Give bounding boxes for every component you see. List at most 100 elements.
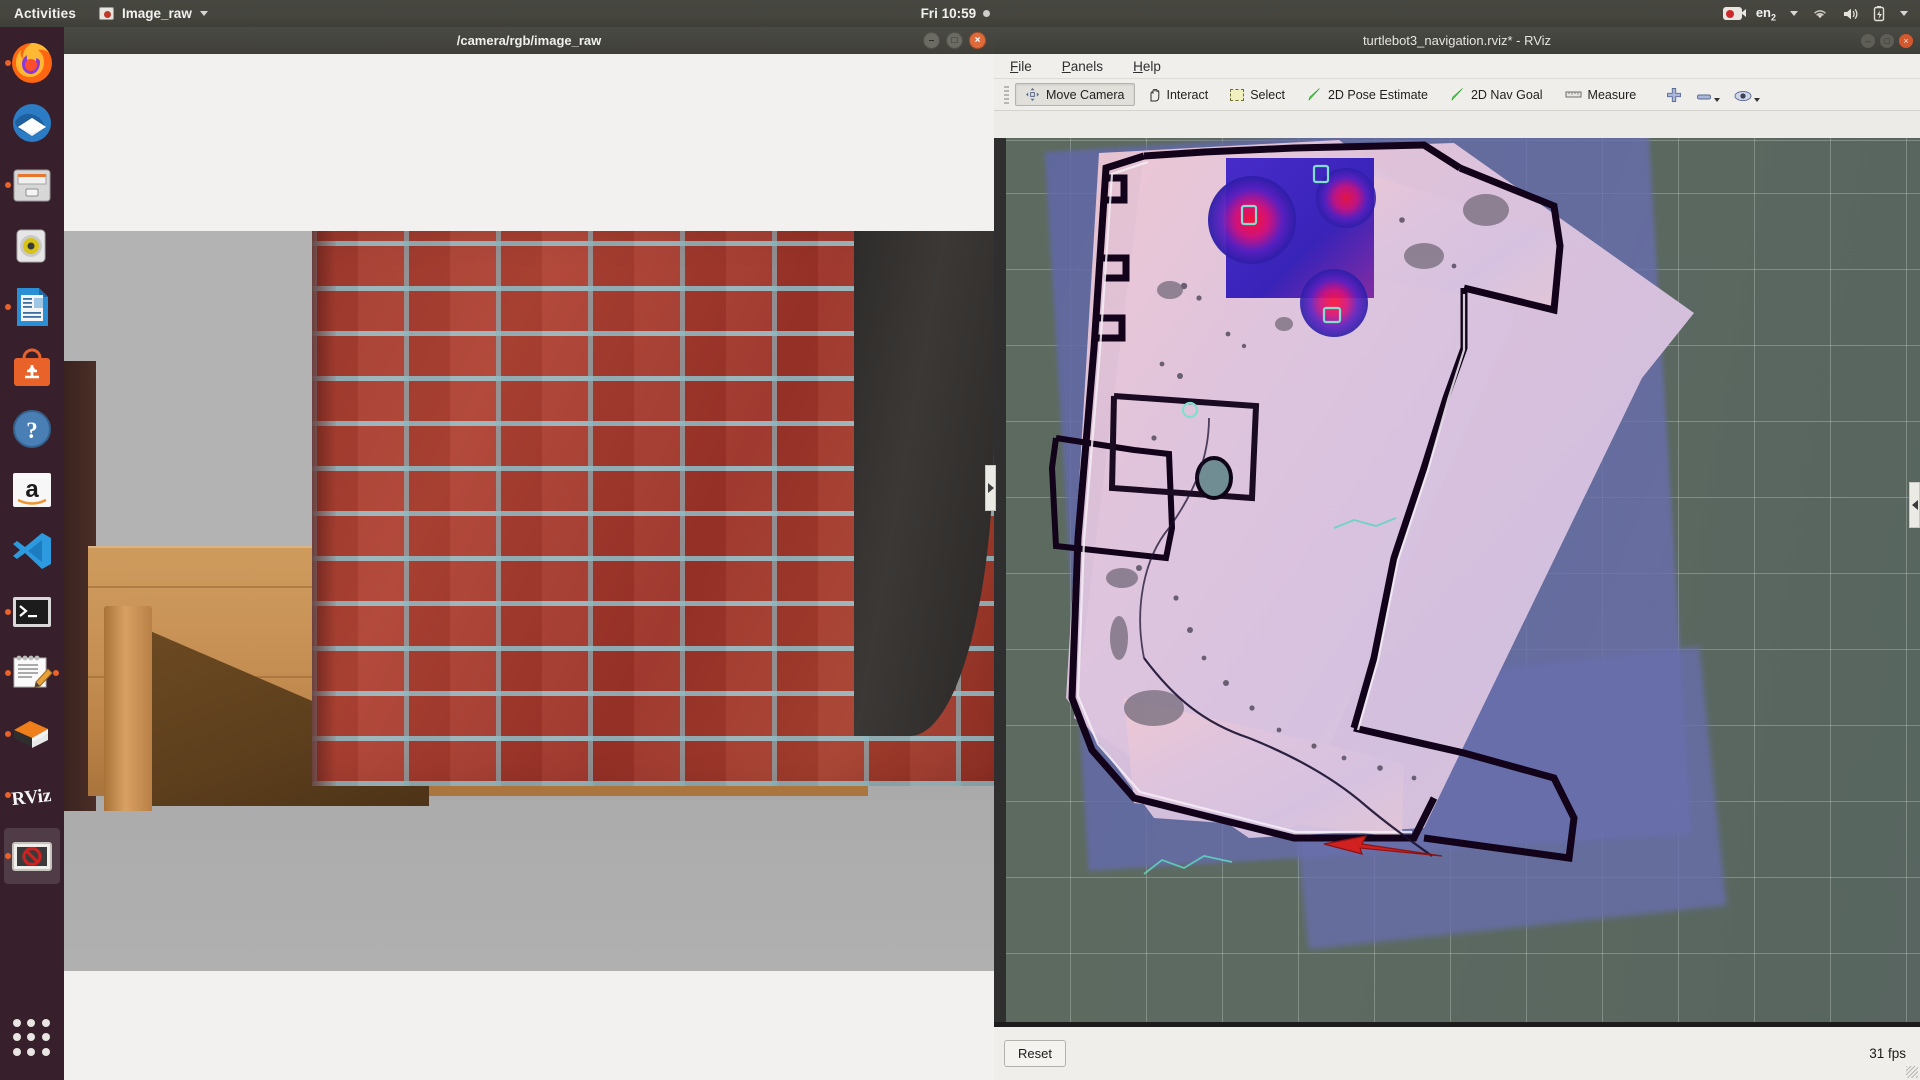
- launcher-item-thunderbird[interactable]: [4, 96, 60, 152]
- volume-icon[interactable]: [1842, 7, 1859, 21]
- gazebo-icon: [14, 721, 48, 748]
- tool-select[interactable]: Select: [1220, 84, 1295, 106]
- add-tool-icon: [1667, 87, 1682, 102]
- launcher-item-files[interactable]: [4, 157, 60, 213]
- launcher-item-amazon[interactable]: a: [4, 462, 60, 518]
- image-view-icon: [12, 842, 52, 871]
- launcher-item-image-view[interactable]: [4, 828, 60, 884]
- occupancy-map: [1048, 140, 1694, 875]
- rviz-3d-viewport[interactable]: [994, 138, 1920, 1027]
- screen-recording-icon[interactable]: [1722, 7, 1746, 20]
- remove-tool-button[interactable]: [1690, 86, 1726, 104]
- rhythmbox-icon: [16, 229, 46, 263]
- scene-wood-post: [104, 606, 152, 811]
- launcher-item-rhythmbox[interactable]: [4, 218, 60, 274]
- app-menu-button[interactable]: Image_raw: [89, 6, 218, 21]
- svg-text:a: a: [25, 476, 39, 503]
- tool-pose-estimate[interactable]: 2D Pose Estimate: [1297, 83, 1438, 106]
- rviz-statusbar: Reset 31 fps: [994, 1022, 1920, 1080]
- notification-dot-icon: [983, 10, 991, 17]
- focus-camera-icon: [1734, 90, 1752, 101]
- battery-icon[interactable]: [1873, 5, 1886, 22]
- system-menu-caret-icon[interactable]: [1900, 11, 1909, 16]
- tool-move-camera-label: Move Camera: [1046, 87, 1125, 102]
- unity-launcher: ? a RViz: [0, 27, 64, 1080]
- tool-interact[interactable]: Interact: [1137, 83, 1219, 106]
- keyboard-layout-caret-icon[interactable]: [1790, 11, 1799, 16]
- desktop-screen: Activities Image_raw Fri 10:59 en2 ? a R…: [0, 0, 1920, 1080]
- wifi-icon[interactable]: [1812, 7, 1828, 20]
- rviz-titlebar[interactable]: turtlebot3_navigation.rviz* - RViz – □ ×: [994, 27, 1920, 54]
- files-icon: [13, 169, 51, 202]
- tool-move-camera[interactable]: Move Camera: [1015, 83, 1135, 106]
- svg-text:?: ?: [26, 418, 38, 443]
- camera-image-canvas[interactable]: [64, 231, 994, 971]
- window-resize-grip[interactable]: [1906, 1066, 1918, 1078]
- image-view-window: /camera/rgb/image_raw – □ ×: [64, 27, 994, 1080]
- launcher-item-help[interactable]: ?: [4, 401, 60, 457]
- expand-right-panel-button[interactable]: [1909, 482, 1920, 528]
- statusbar-divider: [994, 1022, 1920, 1027]
- tool-nav-goal[interactable]: 2D Nav Goal: [1440, 83, 1553, 106]
- launcher-item-text-editor[interactable]: [4, 645, 60, 701]
- move-camera-icon: [1026, 88, 1039, 101]
- launcher-item-gazebo[interactable]: [4, 706, 60, 762]
- hand-icon: [1150, 88, 1159, 102]
- apps-grid-icon: [13, 1019, 51, 1057]
- svg-text:RViz: RViz: [11, 785, 53, 810]
- launcher-item-libreoffice-writer[interactable]: [4, 279, 60, 335]
- show-applications-button[interactable]: [4, 1010, 60, 1066]
- toolbar-grip[interactable]: [1004, 85, 1009, 104]
- clock-button[interactable]: Fri 10:59: [921, 6, 991, 21]
- inflation-hot-1: [1208, 176, 1296, 264]
- menu-file[interactable]: File: [1006, 57, 1036, 76]
- rviz-window: turtlebot3_navigation.rviz* - RViz – □ ×…: [985, 27, 1920, 1080]
- launcher-item-terminal[interactable]: [4, 584, 60, 640]
- rviz-icon: RViz: [11, 785, 53, 810]
- chevron-down-icon: [199, 11, 208, 16]
- launcher-item-rviz[interactable]: RViz: [4, 767, 60, 823]
- rviz-window-controls: – □ ×: [1861, 27, 1913, 54]
- rviz-close-button[interactable]: ×: [1899, 33, 1913, 48]
- add-tool-button[interactable]: [1660, 85, 1688, 105]
- menu-help[interactable]: Help: [1129, 57, 1165, 76]
- brick-wall-edge: [312, 231, 336, 786]
- expand-left-panel-button[interactable]: [985, 465, 996, 511]
- gnome-top-bar: Activities Image_raw Fri 10:59 en2: [0, 0, 1920, 27]
- selection-box-icon: [1230, 88, 1245, 101]
- rviz-minimize-button[interactable]: –: [1861, 33, 1875, 48]
- green-arrow-icon: [1451, 88, 1463, 101]
- green-arrow-icon: [1308, 88, 1320, 101]
- activities-button[interactable]: Activities: [0, 6, 89, 21]
- amazon-icon: a: [13, 473, 51, 507]
- close-button[interactable]: ×: [969, 32, 986, 49]
- tool-nav-goal-label: 2D Nav Goal: [1470, 87, 1543, 102]
- chevron-left-icon: [1911, 500, 1918, 510]
- tool-measure[interactable]: Measure: [1555, 84, 1647, 106]
- image-view-body: [64, 54, 994, 1080]
- minimize-button[interactable]: –: [923, 32, 940, 49]
- help-icon: ?: [13, 410, 51, 448]
- image-view-titlebar[interactable]: /camera/rgb/image_raw – □ ×: [64, 27, 994, 54]
- inflation-hot-3: [1316, 168, 1376, 228]
- inflation-hot-2: [1300, 269, 1368, 337]
- app-menu-label: Image_raw: [122, 6, 192, 21]
- chevron-right-icon: [987, 483, 994, 493]
- fps-label: 31 fps: [1869, 1046, 1906, 1061]
- viewport-left-margin: [994, 138, 1006, 1027]
- reset-button[interactable]: Reset: [1004, 1040, 1066, 1067]
- launcher-item-firefox[interactable]: [4, 35, 60, 91]
- chevron-down-icon: [1714, 97, 1721, 102]
- focus-camera-button[interactable]: [1728, 86, 1766, 104]
- ruler-icon: [1565, 91, 1582, 98]
- image-view-window-controls: – □ ×: [923, 27, 986, 54]
- rviz-title-label: turtlebot3_navigation.rviz* - RViz: [1362, 33, 1552, 48]
- rviz-toolbar: Move Camera Interact Select 2D Pose Esti…: [994, 79, 1920, 111]
- maximize-button[interactable]: □: [946, 32, 963, 49]
- libreoffice-writer-icon: [17, 288, 48, 326]
- launcher-item-vscode[interactable]: [4, 523, 60, 579]
- menu-panels[interactable]: Panels: [1058, 57, 1107, 76]
- launcher-item-ubuntu-software[interactable]: [4, 340, 60, 396]
- rviz-maximize-button[interactable]: □: [1880, 33, 1894, 48]
- keyboard-layout-indicator[interactable]: en2: [1756, 5, 1776, 23]
